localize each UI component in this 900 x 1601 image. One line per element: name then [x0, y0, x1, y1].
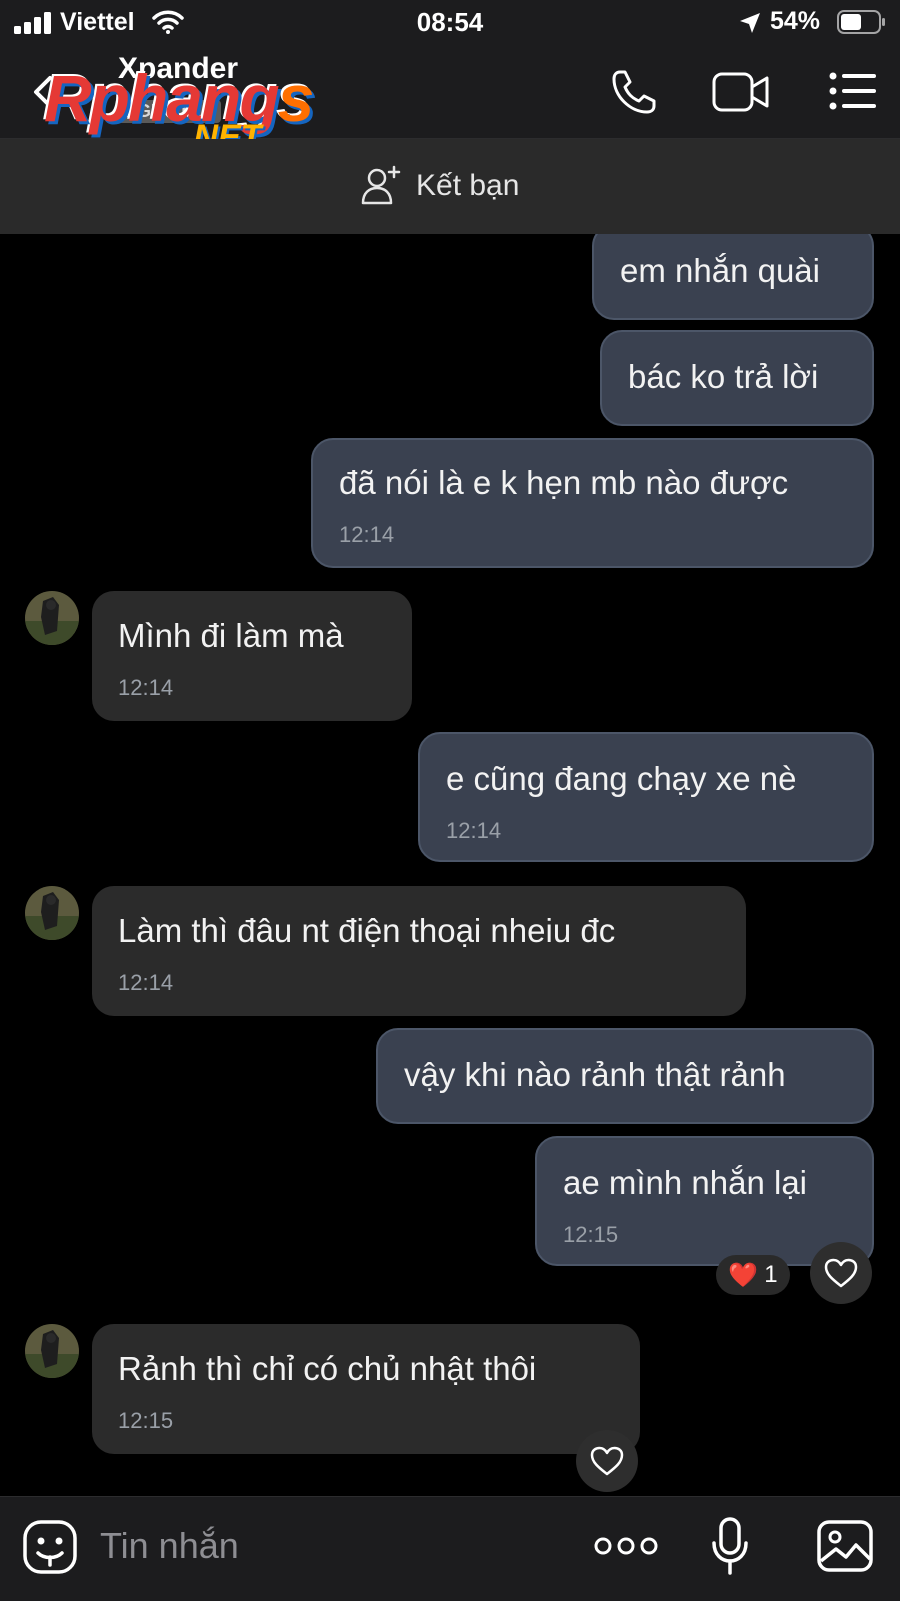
avatar[interactable]: [25, 886, 79, 940]
message-time: 12:14: [118, 675, 174, 700]
watermark-main: Rphangs: [44, 61, 314, 135]
message-bubble-outgoing[interactable]: e cũng đang chạy xe nè 12:14: [418, 732, 874, 862]
message-input-bar: [0, 1496, 900, 1601]
message-bubble-outgoing[interactable]: vậy khi nào rảnh thật rảnh: [376, 1028, 874, 1124]
clock: 08:54: [416, 7, 484, 37]
message-text: bác ko trả lời: [628, 358, 819, 395]
battery-percent: 54%: [770, 7, 821, 35]
message-time: 12:14: [118, 970, 174, 995]
message-text: em nhắn quài: [620, 252, 820, 289]
avatar-image: [25, 591, 79, 645]
reaction-count: 1: [764, 1261, 778, 1288]
menu-icon[interactable]: [828, 70, 876, 112]
reaction-badge[interactable]: ❤️ 1: [716, 1255, 790, 1295]
emoji-icon[interactable]: [22, 1519, 78, 1575]
message-bubble-outgoing[interactable]: bác ko trả lời: [600, 330, 874, 426]
like-button[interactable]: [576, 1430, 638, 1492]
heart-icon: [590, 1446, 624, 1476]
message-input[interactable]: [100, 1521, 540, 1571]
message-text: Làm thì đâu nt điện thoại nheiu đc: [118, 912, 616, 949]
phone-icon[interactable]: [610, 68, 658, 116]
avatar-image: [25, 886, 79, 940]
message-bubble-incoming[interactable]: Rảnh thì chỉ có chủ nhật thôi 12:15: [92, 1324, 640, 1454]
add-friend-bar: Kết bạn: [0, 139, 900, 234]
message-bubble-incoming[interactable]: Mình đi làm mà 12:14: [92, 591, 412, 721]
message-text: vậy khi nào rảnh thật rảnh: [404, 1056, 786, 1093]
heart-icon: [824, 1258, 858, 1288]
like-button[interactable]: [810, 1242, 872, 1304]
chat-header: Xpander NGƯỜI LẠ Rphangs .NET: [0, 46, 900, 156]
image-icon[interactable]: [816, 1519, 874, 1573]
status-bar: Viettel 08:54 54%: [0, 0, 900, 46]
mic-icon[interactable]: [710, 1517, 750, 1575]
message-text: đã nói là e k hẹn mb nào được: [339, 464, 789, 501]
add-friend-button[interactable]: Kết bạn: [360, 161, 519, 211]
message-list[interactable]: em nhắn quài bác ko trả lời đã nói là e …: [0, 234, 900, 1496]
message-bubble-incoming[interactable]: Làm thì đâu nt điện thoại nheiu đc 12:14: [92, 886, 746, 1016]
message-time: 12:14: [446, 818, 502, 843]
location-arrow-icon: [740, 13, 760, 33]
message-bubble-outgoing[interactable]: đã nói là e k hẹn mb nào được 12:14: [311, 438, 874, 568]
message-text: Rảnh thì chỉ có chủ nhật thôi: [118, 1350, 537, 1387]
video-icon[interactable]: [712, 70, 770, 114]
add-friend-label: Kết bạn: [416, 169, 520, 202]
message-time: 12:14: [339, 522, 395, 547]
avatar-image: [25, 1324, 79, 1378]
message-text: Mình đi làm mà: [118, 617, 344, 654]
battery-icon: [837, 10, 885, 34]
heart-reaction-icon: ❤️: [728, 1261, 759, 1289]
avatar[interactable]: [25, 1324, 79, 1378]
message-text: ae mình nhắn lại: [563, 1164, 808, 1201]
avatar[interactable]: [25, 591, 79, 645]
more-icon[interactable]: [594, 1531, 658, 1561]
message-bubble-outgoing[interactable]: em nhắn quài: [592, 234, 874, 320]
add-friend-icon: [361, 165, 401, 205]
message-time: 12:15: [118, 1408, 174, 1433]
message-text: e cũng đang chạy xe nè: [446, 760, 797, 797]
message-time: 12:15: [563, 1222, 619, 1247]
